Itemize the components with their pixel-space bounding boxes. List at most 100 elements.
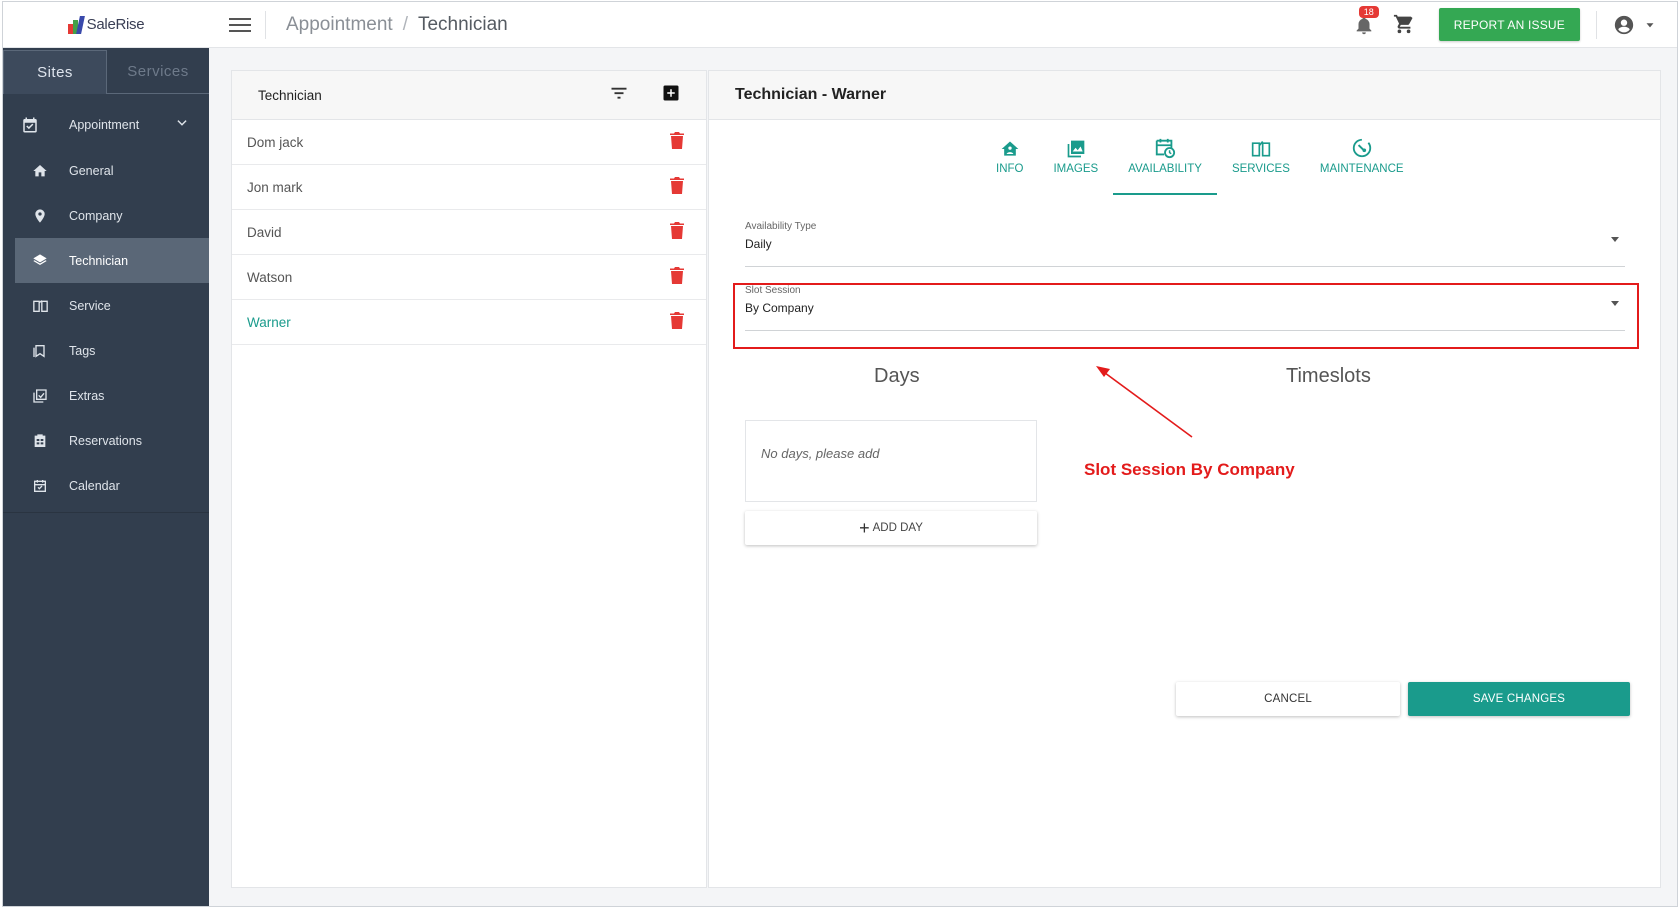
tab-images[interactable]: IMAGES — [1038, 135, 1113, 195]
sidebar-tabs: Sites Services — [3, 50, 209, 94]
tab-maintenance[interactable]: MAINTENANCE — [1305, 135, 1419, 195]
breadcrumb-separator: / — [402, 13, 408, 35]
sidebar-item-company[interactable]: Company — [3, 193, 209, 238]
sidebar-item-label: Extras — [69, 388, 105, 403]
technician-row[interactable]: Dom jack — [232, 120, 706, 165]
layers-icon — [31, 252, 49, 270]
field-value: By Company — [745, 301, 814, 315]
notification-badge: 18 — [1358, 5, 1379, 18]
technician-name: Jon mark — [247, 179, 303, 195]
tab-label: SERVICES — [1231, 163, 1290, 175]
chevron-down-icon — [175, 116, 189, 133]
detail-header: Technician - Warner — [709, 71, 1660, 120]
sidebar-item-reservations[interactable]: Reservations — [3, 418, 209, 463]
list-title: Technician — [258, 87, 322, 103]
tag-icon — [31, 342, 49, 360]
menu-icon[interactable] — [229, 14, 251, 36]
dropdown-arrow-icon — [1611, 237, 1619, 242]
technician-name: David — [247, 224, 282, 240]
technician-row[interactable]: Watson — [232, 255, 706, 300]
sidebar-divider — [3, 512, 209, 513]
tab-label: AVAILABILITY — [1128, 163, 1202, 175]
trash-icon[interactable] — [670, 221, 684, 243]
save-changes-button[interactable]: SAVE CHANGES — [1408, 682, 1630, 716]
tab-label: IMAGES — [1053, 163, 1099, 175]
technician-row[interactable]: David — [232, 210, 706, 255]
technician-detail-panel: Technician - Warner INFO IMAGES AVAILABI… — [708, 70, 1661, 888]
sidebar-item-calendar[interactable]: Calendar — [3, 463, 209, 508]
images-icon — [1066, 135, 1086, 159]
annotation-text: Slot Session By Company — [1084, 460, 1295, 479]
days-list: No days, please add — [745, 420, 1037, 502]
calendar-icon — [31, 477, 49, 495]
reservations-icon — [31, 432, 49, 450]
availability-type-select[interactable]: Availability Type Daily — [745, 217, 1625, 267]
report-issue-button[interactable]: REPORT AN ISSUE — [1438, 8, 1580, 41]
tab-availability[interactable]: AVAILABILITY — [1113, 135, 1217, 195]
sidebar-item-label: General — [69, 163, 114, 178]
list-header: Technician — [232, 71, 706, 120]
days-empty-text: No days, please add — [761, 446, 880, 461]
home-icon — [31, 162, 49, 180]
tab-info[interactable]: INFO — [981, 135, 1038, 195]
trash-icon[interactable] — [670, 176, 684, 198]
technician-row[interactable]: Jon mark — [232, 165, 706, 210]
sidebar-item-label: Tags — [69, 343, 96, 358]
book-icon — [31, 297, 49, 315]
sidebar-tab-services[interactable]: Services — [107, 50, 209, 94]
trash-icon[interactable] — [670, 131, 684, 153]
sidebar-item-label: Reservations — [69, 433, 142, 448]
cart-icon — [1393, 14, 1413, 33]
detail-title: Technician - Warner — [735, 86, 887, 103]
add-day-label: ADD DAY — [872, 522, 923, 534]
add-day-button[interactable]: + ADD DAY — [745, 511, 1037, 545]
tab-services[interactable]: SERVICES — [1217, 135, 1305, 195]
header-divider — [1596, 10, 1597, 39]
technician-list-panel: Technician Dom jack Jon mark David Watso… — [231, 70, 707, 888]
slot-session-select[interactable]: Slot Session By Company — [745, 281, 1625, 331]
technician-name: Dom jack — [247, 134, 304, 150]
sidebar-item-tags[interactable]: Tags — [3, 328, 209, 373]
technician-name: Warner — [247, 314, 291, 330]
account-menu[interactable] — [1613, 14, 1657, 36]
sidebar-item-technician[interactable]: Technician — [15, 238, 209, 283]
plus-icon: + — [859, 517, 870, 538]
detail-tabs: INFO IMAGES AVAILABILITY SERVICES MAINTE… — [981, 135, 1419, 195]
breadcrumb-current: Technician — [417, 13, 508, 35]
timeslots-title: Timeslots — [1286, 365, 1371, 387]
logo[interactable]: SaleRise — [3, 2, 209, 48]
sidebar-item-general[interactable]: General — [3, 148, 209, 193]
logo-text: SaleRise — [86, 16, 145, 33]
home-icon — [1000, 135, 1020, 159]
book-open-icon — [1250, 135, 1272, 159]
sidebar-tab-sites[interactable]: Sites — [3, 50, 107, 94]
trash-icon[interactable] — [670, 266, 684, 288]
sidebar-item-label: Service — [69, 298, 111, 313]
wrench-clock-icon — [1351, 135, 1373, 159]
sidebar-item-appointment[interactable]: Appointment — [3, 102, 209, 148]
cart-button[interactable] — [1393, 13, 1417, 37]
tab-label: MAINTENANCE — [1319, 163, 1404, 175]
add-technician-icon[interactable] — [662, 84, 680, 107]
cancel-button[interactable]: CANCEL — [1176, 682, 1400, 716]
sidebar-item-label: Company — [69, 208, 123, 223]
breadcrumb-root[interactable]: Appointment — [286, 14, 393, 36]
sidebar: SaleRise Sites Services Appointment Gene… — [3, 2, 209, 906]
filter-icon[interactable] — [610, 86, 628, 105]
extras-icon — [31, 387, 49, 405]
trash-icon[interactable] — [670, 311, 684, 333]
header-divider — [265, 10, 266, 39]
sidebar-item-service[interactable]: Service — [3, 283, 209, 328]
sidebar-item-label: Appointment — [69, 118, 140, 132]
sidebar-nav: Appointment General Company Technician S… — [3, 102, 209, 513]
sidebar-item-extras[interactable]: Extras — [3, 373, 209, 418]
dropdown-arrow-icon — [1611, 301, 1619, 306]
logo-icon — [67, 15, 85, 34]
top-header: Appointment / Technician 18 REPORT AN IS… — [209, 2, 1677, 48]
account-circle-icon — [1614, 15, 1634, 34]
field-label: Slot Session — [745, 285, 801, 296]
technician-row-selected[interactable]: Warner — [232, 300, 706, 345]
list-toolbar — [610, 84, 680, 107]
sidebar-item-label: Technician — [69, 253, 129, 268]
notifications-button[interactable]: 18 — [1353, 5, 1379, 37]
